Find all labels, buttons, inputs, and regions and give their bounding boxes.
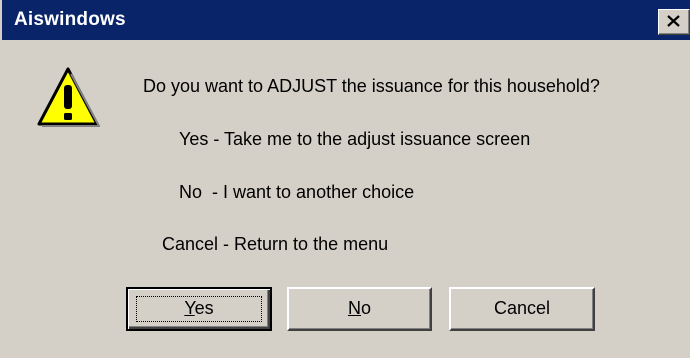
close-button[interactable] [658,9,690,35]
window-title: Aiswindows [14,9,126,30]
no-description: No - I want to another choice [179,182,415,202]
focus-ring [136,296,262,322]
yes-description: Yes - Take me to the adjust issuance scr… [179,129,531,149]
warning-icon [36,66,101,133]
close-x-icon [667,15,680,27]
cancel-label: Cancel [493,298,551,318]
title-bar[interactable]: Aiswindows [2,0,690,40]
yes-button[interactable]: Yes [126,287,272,331]
question-text: Do you want to ADJUST the issuance for t… [143,76,600,96]
cancel-description: Cancel - Return to the menu [162,234,389,254]
cancel-button[interactable]: Cancel [449,287,595,331]
no-label-rest: o [360,298,371,318]
message-dialog: Aiswindows Do you want to ADJUST the iss… [0,0,690,358]
no-mnemonic: N [347,298,361,318]
no-button[interactable]: No [287,287,432,331]
